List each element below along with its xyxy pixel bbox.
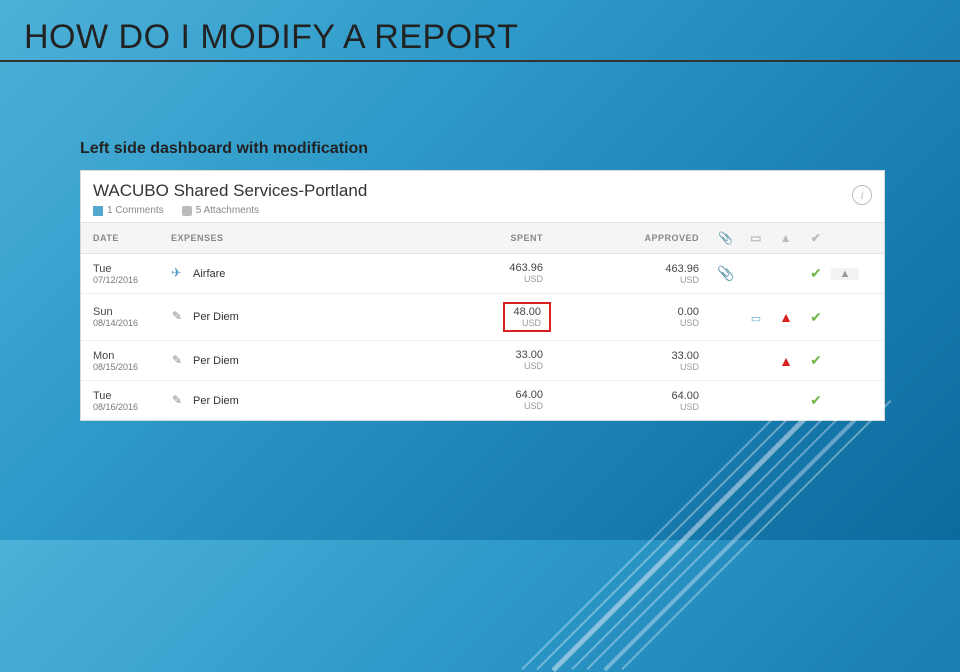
spent-currency: USD xyxy=(509,274,543,284)
report-title: WACUBO Shared Services-Portland xyxy=(93,181,872,201)
full-date: 08/14/2016 xyxy=(93,318,171,328)
full-date: 07/12/2016 xyxy=(93,275,171,285)
expense-type-label: Per Diem xyxy=(193,311,239,323)
date-cell: Sun08/14/2016 xyxy=(81,306,171,328)
title-underline xyxy=(0,60,960,62)
decorative-lines xyxy=(760,400,960,660)
table-body: Tue07/12/2016Airfare463.96USD463.96USD📎✔… xyxy=(81,254,884,420)
expense-cell: Per Diem xyxy=(171,355,431,367)
pencil-icon xyxy=(171,311,187,323)
col-header-date[interactable]: DATE xyxy=(81,233,171,243)
row-check-icon: ✔ xyxy=(801,265,831,282)
table-row[interactable]: Mon08/15/2016Per Diem33.00USD33.00USD▲✔ xyxy=(81,341,884,381)
full-date: 08/16/2016 xyxy=(93,402,171,412)
approved-cell: 463.96USD xyxy=(571,263,711,285)
day-of-week: Mon xyxy=(93,350,171,362)
spent-amount-wrap: 463.96USD xyxy=(509,262,543,284)
spent-amount-wrap: 48.00USD xyxy=(503,302,551,332)
row-comment-icon[interactable]: ▭ xyxy=(741,309,771,325)
date-cell: Tue07/12/2016 xyxy=(81,263,171,285)
approved-amount: 463.96 xyxy=(571,263,699,275)
slide-subtitle: Left side dashboard with modification xyxy=(80,140,368,158)
col-header-comment-icon: ▭ xyxy=(741,231,771,245)
table-row[interactable]: Tue08/16/2016Per Diem64.00USD64.00USD✔ xyxy=(81,381,884,420)
col-header-expenses[interactable]: EXPENSES xyxy=(171,233,431,243)
spent-amount: 463.96 xyxy=(509,262,543,274)
approved-currency: USD xyxy=(571,275,699,285)
row-attachment-icon[interactable]: 📎 xyxy=(711,265,741,282)
spent-cell: 33.00USD xyxy=(431,349,571,372)
spent-currency: USD xyxy=(513,318,541,328)
report-meta: 1 Comments 5 Attachments xyxy=(93,205,872,216)
full-date: 08/15/2016 xyxy=(93,362,171,372)
info-icon[interactable]: i xyxy=(852,185,872,205)
row-check-icon: ✔ xyxy=(801,309,831,326)
col-header-spent[interactable]: SPENT xyxy=(431,233,571,243)
expense-panel: WACUBO Shared Services-Portland 1 Commen… xyxy=(80,170,885,421)
paperclip-icon xyxy=(182,206,192,216)
approved-currency: USD xyxy=(571,402,699,412)
col-header-warning-icon: ▲ xyxy=(771,231,801,245)
pencil-icon xyxy=(171,355,187,367)
spent-amount: 48.00 xyxy=(513,306,541,318)
spent-currency: USD xyxy=(515,361,543,371)
comments-meta[interactable]: 1 Comments xyxy=(93,205,164,216)
spent-amount: 33.00 xyxy=(515,349,543,361)
comment-icon xyxy=(93,206,103,216)
pencil-icon xyxy=(171,395,187,407)
expense-type-label: Per Diem xyxy=(193,395,239,407)
spent-amount: 64.00 xyxy=(515,389,543,401)
spent-cell: 463.96USD xyxy=(431,262,571,285)
day-of-week: Tue xyxy=(93,390,171,402)
attachments-meta[interactable]: 5 Attachments xyxy=(182,205,259,216)
spent-currency: USD xyxy=(515,401,543,411)
approved-currency: USD xyxy=(571,362,699,372)
approved-cell: 33.00USD xyxy=(571,350,711,372)
date-cell: Mon08/15/2016 xyxy=(81,350,171,372)
spent-amount-wrap: 33.00USD xyxy=(515,349,543,371)
spent-amount-wrap: 64.00USD xyxy=(515,389,543,411)
row-check-icon: ✔ xyxy=(801,352,831,369)
comments-count: 1 Comments xyxy=(107,205,164,216)
expense-cell: Per Diem xyxy=(171,395,431,407)
col-header-attachment-icon: 📎 xyxy=(711,231,741,245)
day-of-week: Sun xyxy=(93,306,171,318)
date-cell: Tue08/16/2016 xyxy=(81,390,171,412)
expense-type-label: Per Diem xyxy=(193,355,239,367)
expense-cell: Airfare xyxy=(171,268,431,280)
col-header-check-icon: ✔ xyxy=(801,231,831,245)
table-row[interactable]: Tue07/12/2016Airfare463.96USD463.96USD📎✔… xyxy=(81,254,884,294)
approved-cell: 64.00USD xyxy=(571,390,711,412)
day-of-week: Tue xyxy=(93,263,171,275)
spent-cell: 64.00USD xyxy=(431,389,571,412)
spent-cell: 48.00USD xyxy=(431,302,571,332)
scroll-up-arrow[interactable]: ▲ xyxy=(831,268,859,280)
attachments-count: 5 Attachments xyxy=(196,205,259,216)
row-warning-icon[interactable]: ▲ xyxy=(771,353,801,369)
approved-currency: USD xyxy=(571,318,699,328)
col-header-approved[interactable]: APPROVED xyxy=(571,233,711,243)
approved-amount: 64.00 xyxy=(571,390,699,402)
expense-type-label: Airfare xyxy=(193,268,225,280)
table-row[interactable]: Sun08/14/2016Per Diem48.00USD0.00USD▭▲✔ xyxy=(81,294,884,341)
approved-amount: 33.00 xyxy=(571,350,699,362)
row-warning-icon[interactable]: ▲ xyxy=(771,309,801,325)
slide-title: HOW DO I MODIFY A REPORT xyxy=(24,18,518,57)
table-header: DATE EXPENSES SPENT APPROVED 📎 ▭ ▲ ✔ xyxy=(81,222,884,254)
approved-amount: 0.00 xyxy=(571,306,699,318)
panel-header: WACUBO Shared Services-Portland 1 Commen… xyxy=(81,171,884,222)
row-check-icon: ✔ xyxy=(801,392,831,409)
expense-cell: Per Diem xyxy=(171,311,431,323)
approved-cell: 0.00USD xyxy=(571,306,711,328)
airplane-icon xyxy=(171,268,187,280)
